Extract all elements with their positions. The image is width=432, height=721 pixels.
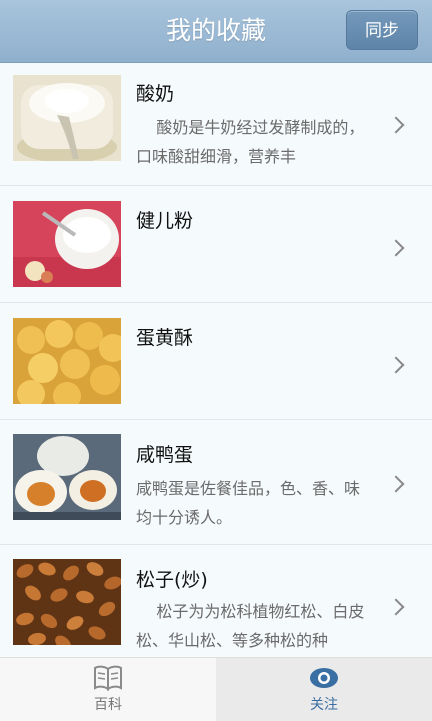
item-name: 蛋黄酥 xyxy=(136,327,194,349)
item-name: 酸奶 xyxy=(136,83,175,105)
book-icon xyxy=(94,665,122,691)
list-item-yogurt[interactable]: 酸奶 酸奶是牛奶经过发酵制成的，口味酸甜细滑，营养丰 xyxy=(0,63,432,186)
sync-button[interactable]: 同步 xyxy=(346,10,418,50)
header-bar: 我的收藏 同步 xyxy=(0,0,432,63)
yogurt-thumbnail xyxy=(13,75,121,161)
pine-nuts-thumbnail xyxy=(13,559,121,645)
item-name: 咸鸭蛋 xyxy=(136,444,194,466)
chevron-right-icon xyxy=(387,598,405,616)
chevron-right-icon xyxy=(387,475,405,493)
item-name: 健儿粉 xyxy=(136,210,194,232)
tab-encyclopedia[interactable]: 百科 xyxy=(0,658,216,721)
formula-thumbnail xyxy=(13,201,121,287)
list-item-pine-nuts[interactable]: 松子(炒) 松子为为松科植物红松、白皮松、华山松、等多种松的种 xyxy=(0,545,432,657)
chevron-right-icon xyxy=(387,116,405,134)
pastry-thumbnail xyxy=(13,318,121,404)
item-description: 松子为为松科植物红松、白皮松、华山松、等多种松的种 xyxy=(136,602,365,650)
tab-label: 关注 xyxy=(310,697,338,713)
bottom-tab-bar: 百科 关注 xyxy=(0,657,432,721)
list-item-formula[interactable]: 健儿粉 xyxy=(0,186,432,303)
salted-egg-thumbnail xyxy=(13,434,121,520)
item-description: 咸鸭蛋是佐餐佳品，色、香、味均十分诱人。 xyxy=(136,479,361,527)
item-name: 松子(炒) xyxy=(136,569,208,591)
tab-follow[interactable]: 关注 xyxy=(216,658,432,721)
eye-icon xyxy=(310,668,338,688)
list-item-pastry[interactable]: 蛋黄酥 xyxy=(0,303,432,420)
item-description: 酸奶是牛奶经过发酵制成的，口味酸甜细滑，营养丰 xyxy=(136,118,365,166)
chevron-right-icon xyxy=(387,356,405,374)
tab-label: 百科 xyxy=(94,697,122,713)
chevron-right-icon xyxy=(387,239,405,257)
list-item-salted-egg[interactable]: 咸鸭蛋 咸鸭蛋是佐餐佳品，色、香、味均十分诱人。 xyxy=(0,420,432,545)
favorites-list: 酸奶 酸奶是牛奶经过发酵制成的，口味酸甜细滑，营养丰 健儿粉 蛋黄酥 咸鸭蛋 咸… xyxy=(0,63,432,657)
